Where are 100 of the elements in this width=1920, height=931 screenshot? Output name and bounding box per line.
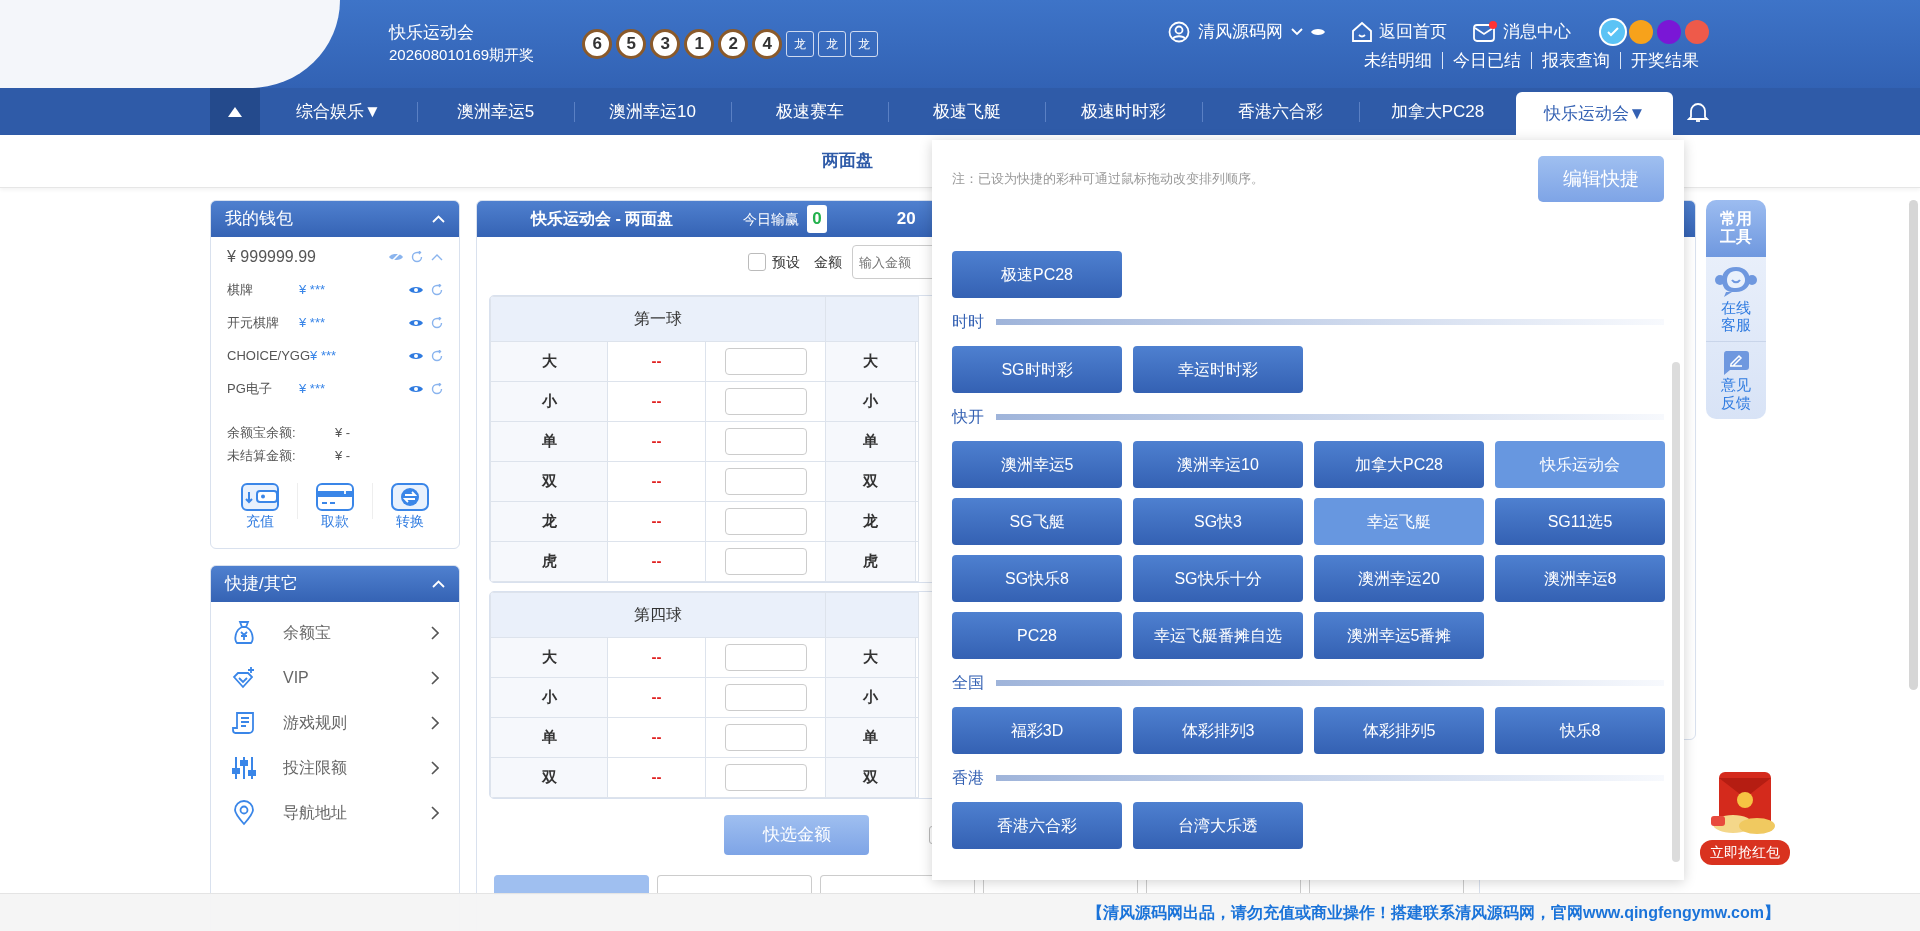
eye-icon[interactable] [409, 284, 423, 295]
header-link[interactable]: 今日已结 [1442, 52, 1531, 70]
bet-label: 小 [490, 677, 608, 718]
game-button[interactable]: 幸运飞艇番摊自选 [1133, 612, 1303, 659]
eye-icon[interactable] [409, 350, 423, 361]
nav-tab[interactable]: 澳洲幸运10 [574, 88, 731, 135]
refresh-icon[interactable] [411, 251, 423, 263]
game-button[interactable]: 福彩3D [952, 707, 1122, 754]
theme-swatch[interactable] [1685, 19, 1709, 44]
nav-tab[interactable]: 澳洲幸运5 [417, 88, 574, 135]
account-amount: ¥ *** [310, 346, 337, 365]
bet-label: 大 [825, 341, 916, 382]
bet-label: 龙 [490, 501, 608, 542]
stake-input[interactable] [724, 428, 807, 455]
stake-input[interactable] [724, 468, 807, 495]
game-button[interactable]: 体彩排列5 [1314, 707, 1484, 754]
menu-item[interactable]: 导航地址 [211, 790, 459, 835]
tab[interactable] [494, 875, 649, 895]
game-button[interactable]: 澳洲幸运5番摊 [1314, 612, 1484, 659]
sub-tab[interactable]: 两面盘 [822, 148, 873, 174]
messages-link[interactable]: 消息中心 [1503, 18, 1571, 45]
nav-tab[interactable]: 快乐运动会▼ [1516, 92, 1673, 135]
game-button[interactable]: 澳洲幸运10 [1133, 441, 1303, 488]
eye-slash-icon[interactable] [389, 251, 403, 263]
header-link[interactable]: 报表查询 [1531, 52, 1620, 70]
exchange-icon [391, 483, 430, 511]
game-button[interactable]: 台湾大乐透 [1133, 802, 1303, 849]
tool-button[interactable]: 意见反馈 [1706, 341, 1766, 419]
game-button[interactable]: 加拿大PC28 [1314, 441, 1484, 488]
refresh-icon[interactable] [431, 283, 443, 296]
caret-icon[interactable] [1291, 27, 1303, 36]
header-link[interactable]: 开奖结果 [1620, 52, 1709, 70]
game-button[interactable]: 快乐运动会 [1495, 441, 1665, 488]
game-button[interactable]: 极速PC28 [952, 251, 1122, 298]
stake-input[interactable] [724, 348, 807, 375]
stake-input[interactable] [724, 548, 807, 575]
number-ball: 1 [684, 29, 715, 59]
username[interactable]: 清风源码网 [1198, 18, 1283, 45]
nav-tab[interactable]: 极速时时彩 [1045, 88, 1202, 135]
game-button[interactable]: SG飞艇 [952, 498, 1122, 545]
game-button[interactable]: 澳洲幸运5 [952, 441, 1122, 488]
odds-value: -- [607, 461, 706, 502]
game-button[interactable]: 香港六合彩 [952, 802, 1122, 849]
nav-tab[interactable]: 极速赛车 [731, 88, 888, 135]
stake-input[interactable] [724, 764, 807, 791]
result-tag: 龙 [850, 31, 879, 57]
game-button[interactable]: PC28 [952, 612, 1122, 659]
game-button[interactable]: 快乐8 [1495, 707, 1665, 754]
game-button[interactable]: SG快3 [1133, 498, 1303, 545]
nav-tab[interactable]: 综合娱乐▼ [260, 88, 417, 135]
theme-swatch[interactable] [1657, 19, 1681, 44]
refresh-icon[interactable] [431, 349, 443, 362]
game-button[interactable]: 澳洲幸运8 [1495, 555, 1665, 602]
bet-label: 双 [825, 757, 916, 798]
nav-tab[interactable]: 香港六合彩 [1202, 88, 1359, 135]
menu-item[interactable]: 余额宝 [211, 610, 459, 655]
chevron-up-icon[interactable] [431, 253, 443, 261]
home-icon[interactable] [1351, 20, 1373, 43]
wallet-action[interactable]: 转换 [382, 483, 439, 532]
game-button[interactable]: 幸运飞艇 [1314, 498, 1484, 545]
menu-item[interactable]: 游戏规则 [211, 700, 459, 745]
game-button[interactable]: SG快乐8 [952, 555, 1122, 602]
game-button[interactable]: SG快乐十分 [1133, 555, 1303, 602]
section-title: 快开 [952, 407, 984, 427]
eye-icon[interactable] [409, 317, 423, 328]
result-tag: 龙 [818, 31, 847, 57]
wallet-action[interactable]: 充值 [231, 483, 288, 532]
bet-label: 虎 [825, 541, 916, 582]
game-button[interactable]: SG11选5 [1495, 498, 1665, 545]
stake-input[interactable] [724, 724, 807, 751]
preset-checkbox[interactable] [748, 253, 766, 271]
stake-input[interactable] [724, 684, 807, 711]
collapse-button[interactable] [210, 88, 260, 135]
header-link[interactable]: 未结明细 [1354, 52, 1442, 70]
home-link[interactable]: 返回首页 [1379, 18, 1447, 45]
eye-icon[interactable] [409, 383, 423, 394]
scrollbar[interactable] [1909, 200, 1918, 690]
menu-item[interactable]: VIP [211, 655, 459, 700]
scrollbar[interactable] [1672, 362, 1680, 862]
theme-swatch[interactable] [1629, 19, 1653, 44]
grab-packet-button[interactable]: 立即抢红包 [1700, 840, 1790, 865]
chevron-right-icon [431, 760, 439, 775]
stake-input[interactable] [724, 644, 807, 671]
wallet-action[interactable]: 取款 [306, 483, 363, 532]
nav-tab[interactable]: 加拿大PC28 [1359, 88, 1516, 135]
refresh-icon[interactable] [431, 382, 443, 395]
menu-item[interactable]: 投注限额 [211, 745, 459, 790]
eye-icon[interactable] [1311, 26, 1325, 37]
stake-input[interactable] [724, 508, 807, 535]
game-button[interactable]: SG时时彩 [952, 346, 1122, 393]
stake-input[interactable] [724, 388, 807, 415]
theme-swatch[interactable] [1601, 19, 1625, 44]
game-button[interactable]: 澳洲幸运20 [1314, 555, 1484, 602]
nav-tab[interactable]: 极速飞艇 [888, 88, 1045, 135]
bell-icon[interactable] [1687, 100, 1709, 123]
game-button[interactable]: 体彩排列3 [1133, 707, 1303, 754]
tool-button[interactable]: 在线客服 [1706, 256, 1766, 342]
refresh-icon[interactable] [431, 316, 443, 329]
game-button[interactable]: 幸运时时彩 [1133, 346, 1303, 393]
tab[interactable] [657, 875, 812, 895]
